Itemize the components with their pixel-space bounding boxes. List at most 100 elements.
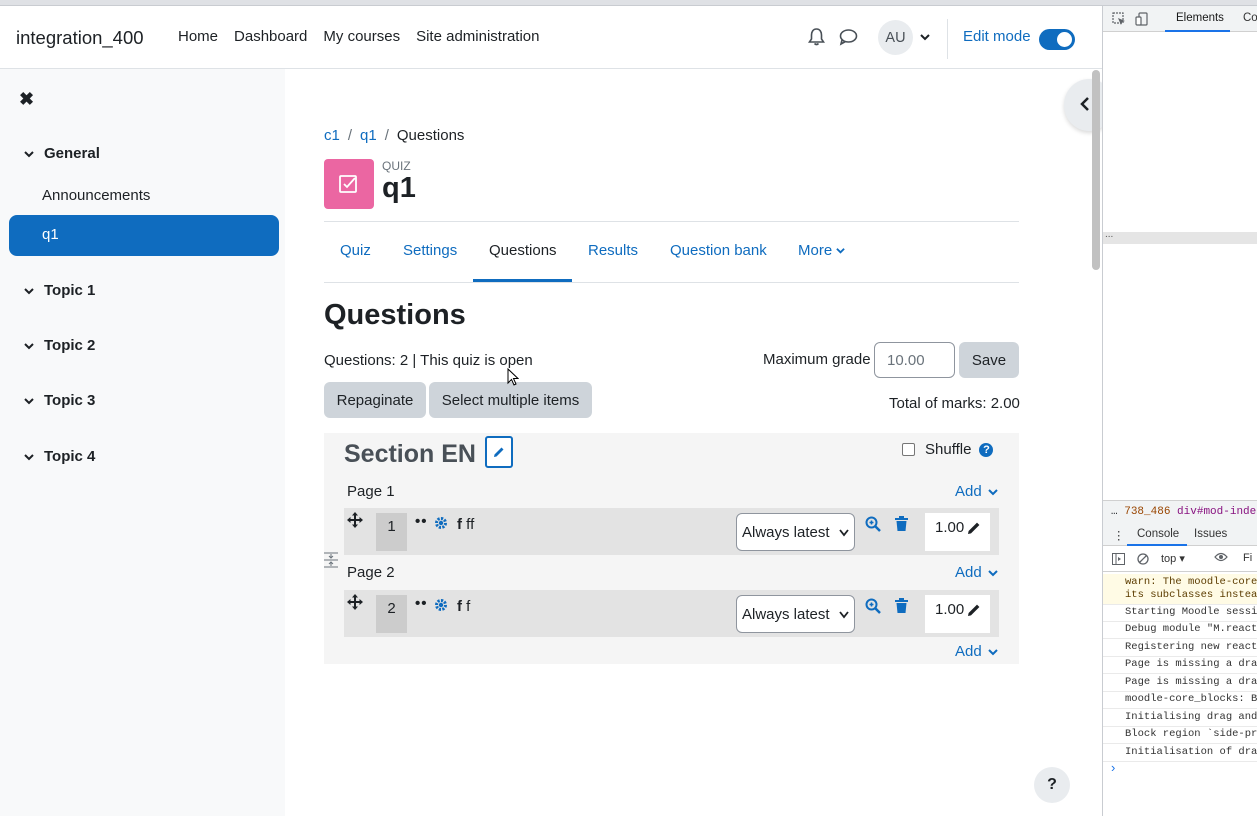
question-name[interactable]: f ff: [457, 516, 474, 533]
gear-icon[interactable]: [434, 516, 448, 534]
sidebar-toggle-icon[interactable]: [1112, 553, 1125, 568]
course-section-topic-4[interactable]: Topic 4: [24, 448, 95, 465]
active-tab-indicator: [473, 279, 572, 282]
breadcrumb: c1 / q1 / Questions: [324, 127, 464, 144]
add-menu-section-end[interactable]: Add: [955, 643, 998, 660]
navbar-divider: [947, 19, 948, 59]
help-button[interactable]: ?: [1034, 767, 1070, 803]
question-name[interactable]: f f: [457, 598, 470, 615]
shuffle-label: Shuffle: [925, 441, 972, 458]
add-menu-page-2[interactable]: Add: [955, 564, 998, 581]
course-section-general[interactable]: General: [24, 145, 100, 162]
breadcrumb-current: Questions: [396, 127, 465, 144]
secondary-navigation: Quiz Settings Questions Results Question…: [324, 235, 1019, 283]
tab-more[interactable]: More: [798, 242, 846, 259]
page-break-icon[interactable]: [323, 552, 339, 572]
activity-type-label: QUIZ: [382, 159, 411, 173]
maximum-grade-label: Maximum grade: [763, 351, 871, 368]
messages-chat-icon[interactable]: [839, 28, 858, 50]
tab-quiz[interactable]: Quiz: [340, 242, 371, 259]
inspect-element-icon[interactable]: [1112, 12, 1126, 30]
site-brand[interactable]: integration_400: [16, 27, 144, 49]
drawer-menu-icon[interactable]: ⋮: [1113, 528, 1125, 542]
move-icon[interactable]: [347, 594, 363, 614]
console-log: Debug module "M.reactiv: [1103, 621, 1257, 639]
nav-dashboard[interactable]: Dashboard: [226, 28, 315, 45]
mouse-cursor-icon: [507, 367, 520, 390]
console-log: Page is missing a drawe: [1103, 656, 1257, 674]
shuffle-checkbox[interactable]: [902, 443, 915, 456]
tab-question-bank[interactable]: Question bank: [670, 242, 767, 259]
edit-mode-toggle[interactable]: [1039, 29, 1075, 50]
course-item-announcements[interactable]: Announcements: [42, 187, 150, 204]
course-item-q1-active[interactable]: q1: [9, 215, 279, 256]
tab-more-label: More: [798, 242, 833, 259]
question-mark[interactable]: 1.00: [925, 513, 990, 551]
preview-magnifier-icon[interactable]: [865, 516, 881, 536]
drawer-tab-console[interactable]: Console: [1137, 528, 1179, 540]
console-log: Starting Moodle session: [1103, 604, 1257, 622]
version-select[interactable]: Always latest: [736, 513, 855, 551]
crumb-node[interactable]: div#mod-inder: [1177, 506, 1257, 518]
tab-results[interactable]: Results: [588, 242, 638, 259]
save-button[interactable]: Save: [959, 342, 1019, 378]
version-value: Always latest: [742, 524, 830, 541]
devtools-tab-elements[interactable]: Elements: [1176, 12, 1224, 24]
chevron-down-icon: [987, 488, 998, 495]
crumb-node-id[interactable]: 738_486: [1124, 506, 1170, 518]
quiz-status-line: Questions: 2 | This quiz is open: [324, 352, 533, 369]
gear-icon[interactable]: [434, 598, 448, 616]
divider: [324, 221, 1019, 222]
devtools-node-breadcrumb: … 738_486 div#mod-inder: [1103, 500, 1257, 524]
device-toolbar-icon[interactable]: [1135, 12, 1149, 30]
repaginate-button[interactable]: Repaginate: [324, 382, 426, 418]
question-type-icon: ••: [415, 513, 428, 530]
question-number: 2: [376, 595, 407, 633]
nav-my-courses[interactable]: My courses: [315, 28, 408, 45]
console-prompt-chevron-icon[interactable]: ›: [1111, 760, 1115, 775]
delete-trash-icon[interactable]: [895, 516, 908, 535]
drawer-tab-issues[interactable]: Issues: [1194, 528, 1227, 540]
section-label: Topic 4: [44, 448, 96, 465]
add-label: Add: [955, 564, 982, 581]
notifications-bell-icon[interactable]: [808, 28, 825, 50]
tab-questions[interactable]: Questions: [489, 242, 557, 259]
devtools-tab-console-truncated[interactable]: Co: [1243, 12, 1257, 24]
breadcrumb-q1[interactable]: q1: [360, 127, 377, 144]
close-icon[interactable]: ✖: [19, 89, 34, 110]
add-menu-page-1[interactable]: Add: [955, 483, 998, 500]
page-title: q1: [382, 172, 416, 204]
page-2-label: Page 2: [347, 564, 395, 581]
edit-section-pencil-icon[interactable]: [485, 436, 513, 468]
help-icon[interactable]: ?: [979, 442, 994, 457]
preview-magnifier-icon[interactable]: [865, 598, 881, 618]
maximum-grade-input[interactable]: [874, 342, 955, 378]
page-scrollbar[interactable]: [1092, 70, 1100, 270]
console-filter-input[interactable]: Fi: [1243, 552, 1252, 564]
course-section-topic-1[interactable]: Topic 1: [24, 282, 95, 299]
course-section-topic-2[interactable]: Topic 2: [24, 337, 95, 354]
breadcrumb-c1[interactable]: c1: [324, 127, 340, 144]
log-line: warn: The moodle-core-n: [1125, 576, 1257, 588]
devtools-split-handle[interactable]: ...: [1103, 230, 1257, 244]
delete-trash-icon[interactable]: [895, 598, 908, 617]
user-avatar[interactable]: AU: [878, 20, 913, 55]
context-selector[interactable]: top ▾: [1161, 552, 1185, 565]
chevron-down-icon: [24, 453, 34, 460]
crumb-more[interactable]: …: [1111, 506, 1118, 518]
version-select[interactable]: Always latest: [736, 595, 855, 633]
nav-home[interactable]: Home: [170, 28, 226, 45]
shuffle-control: Shuffle ?: [902, 441, 994, 458]
console-log: moodle-core_blocks: Blo: [1103, 691, 1257, 709]
live-expression-eye-icon[interactable]: [1214, 552, 1228, 565]
move-icon[interactable]: [347, 512, 363, 532]
chevron-down-icon[interactable]: [919, 30, 931, 47]
nav-site-administration[interactable]: Site administration: [408, 28, 547, 45]
tab-settings[interactable]: Settings: [403, 242, 457, 259]
chevron-down-icon: [24, 150, 34, 157]
course-section-topic-3[interactable]: Topic 3: [24, 392, 95, 409]
question-mark[interactable]: 1.00: [925, 595, 990, 633]
console-log: Initialising drag and d: [1103, 709, 1257, 727]
clear-console-icon[interactable]: [1137, 553, 1149, 568]
add-label: Add: [955, 643, 982, 660]
